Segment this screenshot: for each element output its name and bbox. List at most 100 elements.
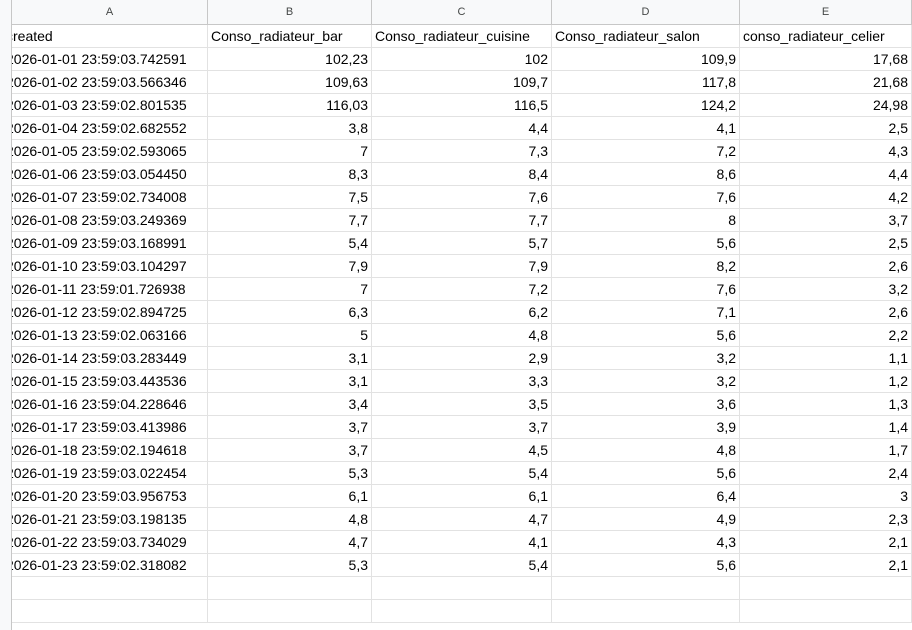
- cell-a[interactable]: 2026-01-11 23:59:01.726938: [12, 278, 208, 301]
- cell-d[interactable]: 3,2: [552, 347, 740, 370]
- cell-e[interactable]: 2,5: [740, 232, 912, 255]
- cell-c[interactable]: 7,7: [372, 209, 552, 232]
- cell-e[interactable]: [740, 600, 912, 623]
- cell-d[interactable]: 8,6: [552, 163, 740, 186]
- cell-b[interactable]: 116,03: [208, 94, 372, 117]
- cell-b[interactable]: 3,7: [208, 439, 372, 462]
- cell-d[interactable]: [552, 577, 740, 600]
- cell-e[interactable]: 1,4: [740, 416, 912, 439]
- cell-c[interactable]: [372, 577, 552, 600]
- cell-c[interactable]: 7,6: [372, 186, 552, 209]
- cell-e[interactable]: 3,7: [740, 209, 912, 232]
- cell-a[interactable]: 2026-01-22 23:59:03.734029: [12, 531, 208, 554]
- cell-c[interactable]: 6,1: [372, 485, 552, 508]
- cell-c[interactable]: 4,5: [372, 439, 552, 462]
- cell-e[interactable]: 2,5: [740, 117, 912, 140]
- cell-a[interactable]: 2026-01-09 23:59:03.168991: [12, 232, 208, 255]
- column-header-d[interactable]: D: [552, 0, 740, 24]
- cell-d[interactable]: 4,9: [552, 508, 740, 531]
- cell-a[interactable]: [12, 600, 208, 623]
- cell-e[interactable]: 1,7: [740, 439, 912, 462]
- cell-b[interactable]: 3,4: [208, 393, 372, 416]
- cell-e[interactable]: 4,4: [740, 163, 912, 186]
- cell-a[interactable]: 2026-01-23 23:59:02.318082: [12, 554, 208, 577]
- column-header-b[interactable]: B: [208, 0, 372, 24]
- cell-a[interactable]: 2026-01-12 23:59:02.894725: [12, 301, 208, 324]
- header-cell-c[interactable]: Conso_radiateur_cuisine: [372, 25, 552, 48]
- column-header-a[interactable]: A: [12, 0, 208, 24]
- cell-b[interactable]: 7,5: [208, 186, 372, 209]
- cell-e[interactable]: 21,68: [740, 71, 912, 94]
- cell-d[interactable]: 4,3: [552, 531, 740, 554]
- cell-b[interactable]: 4,8: [208, 508, 372, 531]
- cell-c[interactable]: 7,9: [372, 255, 552, 278]
- cell-a[interactable]: 2026-01-18 23:59:02.194618: [12, 439, 208, 462]
- cell-c[interactable]: 3,7: [372, 416, 552, 439]
- column-header-e[interactable]: E: [740, 0, 912, 24]
- cell-b[interactable]: 3,8: [208, 117, 372, 140]
- header-cell-d[interactable]: Conso_radiateur_salon: [552, 25, 740, 48]
- cell-a[interactable]: 2026-01-08 23:59:03.249369: [12, 209, 208, 232]
- cell-e[interactable]: 2,4: [740, 462, 912, 485]
- cell-c[interactable]: 5,7: [372, 232, 552, 255]
- cell-a[interactable]: 2026-01-10 23:59:03.104297: [12, 255, 208, 278]
- cell-b[interactable]: 7,7: [208, 209, 372, 232]
- column-header-c[interactable]: C: [372, 0, 552, 24]
- cell-c[interactable]: 4,8: [372, 324, 552, 347]
- cell-b[interactable]: 7: [208, 140, 372, 163]
- cell-b[interactable]: [208, 577, 372, 600]
- cell-d[interactable]: 5,6: [552, 232, 740, 255]
- cell-b[interactable]: 3,1: [208, 370, 372, 393]
- cell-b[interactable]: [208, 600, 372, 623]
- cell-a[interactable]: 2026-01-19 23:59:03.022454: [12, 462, 208, 485]
- cell-d[interactable]: [552, 600, 740, 623]
- select-all-corner[interactable]: [0, 0, 12, 25]
- cell-a[interactable]: 2026-01-02 23:59:03.566346: [12, 71, 208, 94]
- cell-e[interactable]: 17,68: [740, 48, 912, 71]
- cell-e[interactable]: 2,6: [740, 301, 912, 324]
- cell-e[interactable]: 3,2: [740, 278, 912, 301]
- cell-d[interactable]: 5,6: [552, 554, 740, 577]
- cell-a[interactable]: 2026-01-13 23:59:02.063166: [12, 324, 208, 347]
- cell-b[interactable]: 3,7: [208, 416, 372, 439]
- cell-a[interactable]: [12, 577, 208, 600]
- cell-e[interactable]: 2,3: [740, 508, 912, 531]
- cell-c[interactable]: 3,5: [372, 393, 552, 416]
- cell-d[interactable]: 124,2: [552, 94, 740, 117]
- cell-a[interactable]: 2026-01-17 23:59:03.413986: [12, 416, 208, 439]
- cell-a[interactable]: 2026-01-04 23:59:02.682552: [12, 117, 208, 140]
- cell-b[interactable]: 5,3: [208, 554, 372, 577]
- cell-d[interactable]: 8,2: [552, 255, 740, 278]
- cell-e[interactable]: 1,3: [740, 393, 912, 416]
- cell-e[interactable]: 2,6: [740, 255, 912, 278]
- cell-e[interactable]: 2,2: [740, 324, 912, 347]
- cell-d[interactable]: 7,2: [552, 140, 740, 163]
- cell-b[interactable]: 6,1: [208, 485, 372, 508]
- cell-b[interactable]: 3,1: [208, 347, 372, 370]
- cell-e[interactable]: 2,1: [740, 554, 912, 577]
- cell-b[interactable]: 7: [208, 278, 372, 301]
- cell-d[interactable]: 117,8: [552, 71, 740, 94]
- cell-a[interactable]: 2026-01-05 23:59:02.593065: [12, 140, 208, 163]
- cell-d[interactable]: 7,1: [552, 301, 740, 324]
- header-cell-a[interactable]: created: [12, 25, 208, 48]
- cell-e[interactable]: 24,98: [740, 94, 912, 117]
- cell-a[interactable]: 2026-01-20 23:59:03.956753: [12, 485, 208, 508]
- cell-e[interactable]: 4,2: [740, 186, 912, 209]
- cell-b[interactable]: 6,3: [208, 301, 372, 324]
- header-cell-b[interactable]: Conso_radiateur_bar: [208, 25, 372, 48]
- cell-c[interactable]: 4,7: [372, 508, 552, 531]
- cell-a[interactable]: 2026-01-06 23:59:03.054450: [12, 163, 208, 186]
- cell-c[interactable]: 4,4: [372, 117, 552, 140]
- cell-b[interactable]: 5: [208, 324, 372, 347]
- cell-c[interactable]: 109,7: [372, 71, 552, 94]
- cell-c[interactable]: 6,2: [372, 301, 552, 324]
- cell-d[interactable]: 4,1: [552, 117, 740, 140]
- cell-c[interactable]: 2,9: [372, 347, 552, 370]
- cell-d[interactable]: 5,6: [552, 324, 740, 347]
- cell-c[interactable]: 5,4: [372, 554, 552, 577]
- cell-a[interactable]: 2026-01-07 23:59:02.734008: [12, 186, 208, 209]
- cell-d[interactable]: 4,8: [552, 439, 740, 462]
- cell-d[interactable]: 5,6: [552, 462, 740, 485]
- cell-e[interactable]: 4,3: [740, 140, 912, 163]
